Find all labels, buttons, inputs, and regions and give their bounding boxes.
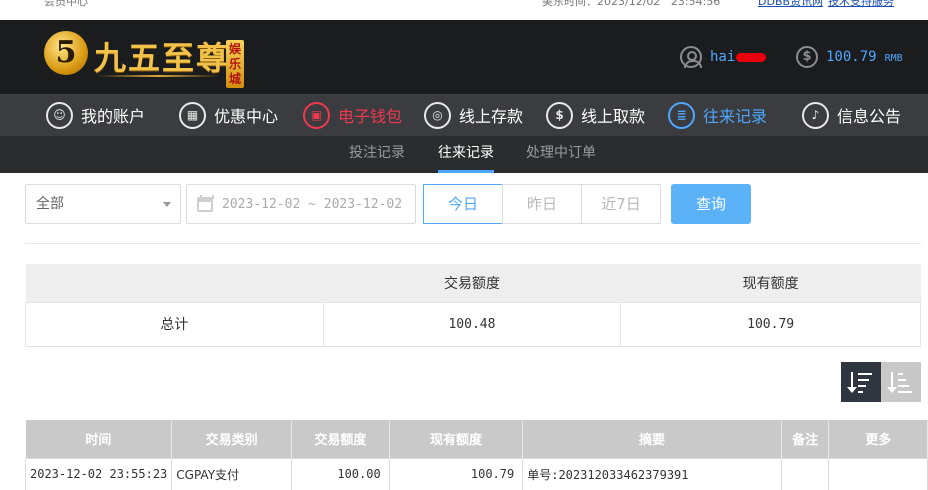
type-select-value: 全部 — [36, 196, 64, 212]
calendar-icon — [197, 195, 214, 212]
logo-badge-icon: 5 — [44, 31, 88, 75]
col-more[interactable]: 更多 — [828, 420, 928, 458]
col-type[interactable]: 交易类别 — [171, 420, 292, 458]
time-value: 23:54:56 — [670, 0, 721, 8]
dollar-icon: $ — [796, 46, 818, 68]
sub-nav: 投注记录 往来记录 处理中订单 — [0, 136, 928, 173]
records-header-row: 时间 交易类别 交易额度 现有额度 摘要 备注 更多 — [25, 420, 928, 458]
brand-logo[interactable]: 5 九五至尊 娱 乐 城 — [44, 29, 254, 88]
nav-label: 线上取款 — [581, 107, 646, 126]
cell-time: 2023-12-02 23:55:23 — [24, 457, 173, 490]
summary-label: 总计 — [25, 301, 324, 347]
col-current[interactable]: 现有额度 — [389, 420, 524, 458]
member-center-link[interactable]: 会员中心 — [44, 0, 88, 9]
brand-tag-char: 娱 — [228, 42, 241, 56]
user-icon: ☺ — [46, 101, 73, 129]
nav-e-wallet[interactable]: ▣ 电子钱包 — [303, 100, 402, 130]
site-header: 5 九五至尊 娱 乐 城 hai $ 100.79 RMB — [0, 20, 928, 94]
chevron-down-icon — [163, 202, 171, 207]
nav-label: 优惠中心 — [214, 107, 279, 126]
nav-label: 电子钱包 — [338, 107, 403, 126]
cell-note — [780, 457, 830, 490]
nav-label: 往来记录 — [703, 107, 768, 126]
sort-asc-icon — [887, 371, 914, 393]
summary-header — [25, 264, 324, 302]
summary-amount: 100.48 — [322, 301, 622, 347]
col-note[interactable]: 备注 — [781, 420, 830, 458]
user-account[interactable]: hai — [680, 45, 767, 69]
nav-records[interactable]: ≣ 往来记录 — [668, 100, 767, 130]
tab-pending-orders[interactable]: 处理中订单 — [526, 136, 596, 173]
news-link[interactable]: DDBB资讯网 — [758, 0, 823, 9]
nav-announcements[interactable]: ♪ 信息公告 — [802, 100, 901, 130]
records-table: 时间 交易类别 交易额度 现有额度 摘要 备注 更多 2023-12-02 23… — [24, 420, 928, 490]
divider — [25, 243, 921, 244]
eastern-time: 美东时间：2023/12/02 23:54:56 — [542, 0, 720, 9]
brand-name: 九五至尊 — [94, 39, 231, 77]
date-range-input[interactable]: 2023-12-02 ~ 2023-12-02 — [186, 184, 416, 224]
support-link[interactable]: 技术支持服务 — [828, 0, 894, 9]
nav-my-account[interactable]: ☺ 我的账户 — [46, 100, 145, 130]
date-separator: ~ — [308, 197, 316, 212]
balance-amount: 100.79 — [826, 49, 877, 65]
sort-desc-button[interactable] — [841, 362, 881, 402]
top-info-bar: 会员中心 美东时间：2023/12/02 23:54:56 DDBB资讯网 技术… — [0, 0, 928, 20]
cell-amount: 100.00 — [290, 457, 390, 490]
date-from: 2023-12-02 — [222, 197, 301, 212]
type-select[interactable]: 全部 — [25, 184, 181, 224]
date-to: 2023-12-02 — [323, 197, 403, 212]
brand-tag-char: 城 — [228, 72, 241, 86]
summary-header-row: 交易额度 现有额度 — [25, 264, 921, 302]
main-nav: ☺ 我的账户 ▦ 优惠中心 ▣ 电子钱包 ◎ 线上存款 $ 线上取款 ≣ 往来记录 ♪ 信息公… — [0, 94, 928, 136]
logo-divider — [96, 75, 220, 77]
nav-promotions[interactable]: ▦ 优惠中心 — [179, 100, 278, 130]
summary-header: 现有额度 — [620, 264, 921, 302]
cell-more[interactable] — [828, 457, 928, 490]
tab-transaction-records[interactable]: 往来记录 — [438, 136, 494, 173]
cell-type: CGPAY支付 — [171, 457, 292, 490]
col-time[interactable]: 时间 — [25, 420, 173, 458]
summary-current: 100.79 — [620, 301, 921, 347]
balance-currency: RMB — [884, 53, 903, 64]
col-summary[interactable]: 摘要 — [522, 420, 782, 458]
nav-label: 线上存款 — [459, 107, 524, 126]
cell-current: 100.79 — [388, 457, 524, 490]
brand-tag-char: 乐 — [228, 57, 241, 71]
gift-icon: ▦ — [179, 101, 206, 129]
summary-table: 交易额度 现有额度 总计 100.48 100.79 — [25, 264, 921, 347]
redaction-mark — [736, 52, 767, 62]
table-row[interactable]: 2023-12-02 23:55:23 CGPAY支付 100.00 100.7… — [24, 457, 928, 490]
withdraw-icon: $ — [546, 101, 573, 129]
summary-row: 总计 100.48 100.79 — [25, 301, 921, 347]
col-amount[interactable]: 交易额度 — [291, 420, 390, 458]
query-button[interactable]: 查询 — [671, 184, 751, 224]
bell-icon: ♪ — [802, 101, 829, 129]
brand-tag: 娱 乐 城 — [226, 40, 244, 88]
summary-header: 交易额度 — [323, 264, 621, 302]
sort-desc-icon — [847, 371, 874, 393]
sort-asc-button[interactable] — [881, 362, 921, 402]
account-balance: $ 100.79 RMB — [796, 45, 903, 69]
time-label: 美东时间：2023/12/02 — [542, 0, 661, 8]
nav-online-withdraw[interactable]: $ 线上取款 — [546, 100, 645, 130]
nav-online-deposit[interactable]: ◎ 线上存款 — [424, 100, 523, 130]
tab-bet-records[interactable]: 投注记录 — [349, 136, 405, 173]
records-icon: ≣ — [668, 101, 695, 129]
quick-today-button[interactable]: 今日 — [423, 184, 503, 224]
nav-label: 信息公告 — [837, 107, 902, 126]
deposit-icon: ◎ — [424, 101, 451, 129]
cell-summary: 单号:202312033462379391 — [522, 457, 782, 490]
nav-label: 我的账户 — [81, 107, 146, 126]
quick-yesterday-button[interactable]: 昨日 — [502, 184, 582, 224]
wallet-icon: ▣ — [303, 101, 330, 129]
quick-7days-button[interactable]: 近7日 — [581, 184, 661, 224]
username: hai — [710, 49, 736, 65]
user-icon — [680, 46, 702, 68]
